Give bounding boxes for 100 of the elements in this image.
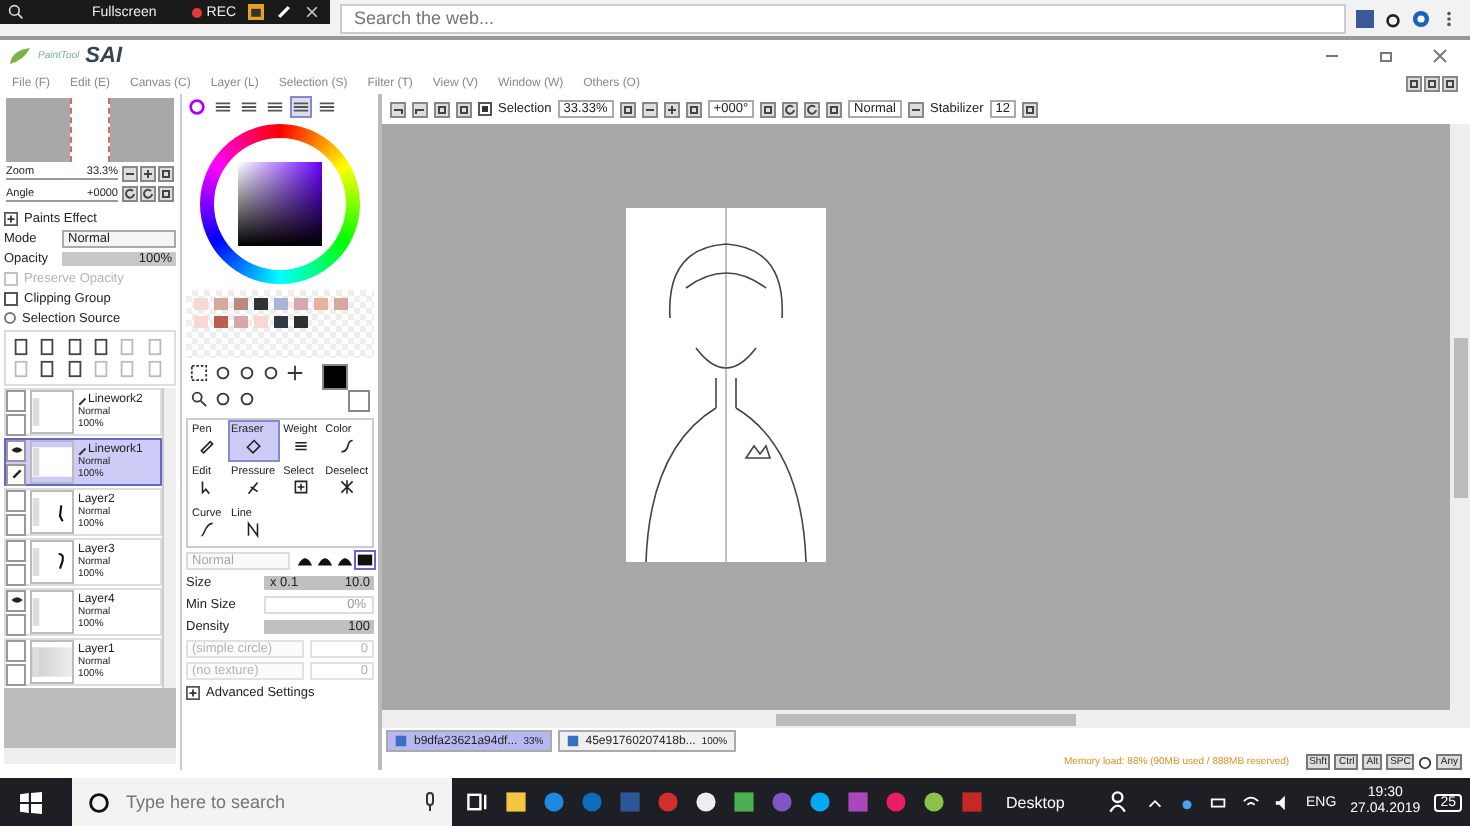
circle-icon[interactable] bbox=[238, 364, 256, 382]
close-icon[interactable] bbox=[304, 4, 321, 20]
slider-fill[interactable] bbox=[264, 619, 374, 633]
color-swatch[interactable] bbox=[314, 298, 328, 310]
rotate-icon[interactable] bbox=[782, 101, 799, 117]
visibility-toggle[interactable] bbox=[6, 489, 26, 511]
edit-toggle[interactable] bbox=[6, 563, 26, 585]
rotate-icon[interactable] bbox=[122, 185, 138, 201]
color-swatch[interactable] bbox=[194, 298, 208, 310]
circle-icon[interactable] bbox=[238, 390, 256, 408]
edit-toggle[interactable] bbox=[6, 663, 26, 685]
color-swatch[interactable] bbox=[274, 316, 288, 328]
square-icon[interactable] bbox=[1021, 101, 1038, 117]
visibility-toggle[interactable] bbox=[6, 589, 26, 611]
color-swatch[interactable] bbox=[194, 316, 208, 328]
taskbar-app-icon[interactable] bbox=[694, 790, 718, 814]
scrollbar-thumb[interactable] bbox=[776, 713, 1076, 725]
square-icon[interactable] bbox=[826, 101, 843, 117]
minus-icon[interactable] bbox=[908, 101, 924, 117]
microphone-icon[interactable] bbox=[424, 792, 436, 812]
square-icon[interactable] bbox=[685, 101, 702, 117]
circle-icon[interactable] bbox=[214, 364, 232, 382]
move-icon[interactable] bbox=[286, 364, 304, 382]
camera-icon[interactable] bbox=[248, 4, 265, 20]
edit-toggle[interactable] bbox=[6, 413, 26, 435]
taskbar-app-icon[interactable] bbox=[504, 790, 528, 814]
wifi-icon[interactable] bbox=[1241, 793, 1260, 811]
circle-icon[interactable] bbox=[214, 390, 232, 408]
color-swatch[interactable] bbox=[234, 298, 248, 310]
visibility-toggle[interactable] bbox=[6, 639, 26, 661]
circle-icon[interactable] bbox=[262, 364, 280, 382]
square-icon[interactable] bbox=[158, 185, 174, 201]
rotate-icon[interactable] bbox=[804, 101, 821, 117]
redo-icon[interactable] bbox=[412, 101, 428, 117]
expand-icon[interactable] bbox=[186, 685, 200, 699]
taskbar-app-icon[interactable] bbox=[922, 790, 946, 814]
square-icon[interactable] bbox=[619, 101, 636, 117]
scrollbar[interactable] bbox=[162, 388, 176, 688]
plus-icon[interactable] bbox=[140, 166, 156, 182]
opacity-slider[interactable] bbox=[62, 251, 176, 265]
color-wheel-icon[interactable] bbox=[186, 96, 208, 118]
battery-icon[interactable] bbox=[1209, 793, 1228, 811]
color-swatch[interactable] bbox=[214, 298, 228, 310]
desktop-toolbar-label[interactable]: Desktop bbox=[1006, 793, 1065, 811]
search-icon[interactable] bbox=[8, 4, 24, 20]
color-swatch[interactable] bbox=[294, 298, 308, 310]
checkbox[interactable] bbox=[4, 291, 18, 305]
color-swatch[interactable] bbox=[234, 316, 248, 328]
square-icon[interactable] bbox=[1442, 75, 1458, 91]
taskbar-app-icon[interactable] bbox=[808, 790, 832, 814]
rotate-icon[interactable] bbox=[140, 185, 156, 201]
color-square[interactable] bbox=[238, 162, 322, 246]
layer-thumbnail bbox=[30, 540, 74, 584]
search-input[interactable]: Type here to search bbox=[122, 790, 412, 814]
windows-start-icon[interactable] bbox=[20, 791, 42, 813]
foreground-color[interactable] bbox=[322, 364, 348, 390]
undo-icon[interactable] bbox=[390, 101, 406, 117]
taskbar-app-icon[interactable] bbox=[732, 790, 756, 814]
background-color[interactable] bbox=[348, 390, 370, 412]
scrollbar-thumb[interactable] bbox=[1453, 337, 1467, 497]
square-icon[interactable] bbox=[158, 166, 174, 182]
square-icon[interactable] bbox=[760, 101, 777, 117]
edit-toggle[interactable] bbox=[6, 513, 26, 535]
extension-icon[interactable] bbox=[1412, 9, 1430, 27]
visibility-toggle[interactable] bbox=[6, 389, 26, 411]
visibility-toggle[interactable] bbox=[6, 539, 26, 561]
pencil-icon[interactable] bbox=[276, 4, 293, 20]
visibility-toggle[interactable] bbox=[6, 439, 26, 461]
facebook-icon[interactable] bbox=[1356, 9, 1374, 27]
edit-toggle[interactable] bbox=[6, 613, 26, 635]
slider-fill[interactable] bbox=[264, 575, 374, 589]
radio-button[interactable] bbox=[4, 312, 16, 324]
search-field[interactable]: Search the web... bbox=[340, 3, 1346, 33]
color-swatch[interactable] bbox=[274, 298, 288, 310]
pen-icon bbox=[78, 445, 88, 455]
plus-icon[interactable] bbox=[663, 101, 680, 117]
color-swatch[interactable] bbox=[254, 316, 268, 328]
circle-icon[interactable] bbox=[88, 791, 110, 813]
expand-icon[interactable] bbox=[4, 211, 18, 225]
document-icon bbox=[394, 734, 408, 748]
color-swatch[interactable] bbox=[294, 316, 308, 328]
slider-icon[interactable] bbox=[290, 96, 312, 118]
marquee-icon[interactable] bbox=[190, 364, 208, 382]
edit-toggle[interactable] bbox=[6, 463, 26, 485]
color-swatch[interactable] bbox=[334, 298, 348, 310]
search-icon[interactable] bbox=[190, 390, 208, 408]
square-icon[interactable] bbox=[434, 101, 450, 117]
square-icon[interactable] bbox=[1424, 75, 1440, 91]
square-icon[interactable] bbox=[456, 101, 472, 117]
minus-icon[interactable] bbox=[641, 101, 658, 117]
square-icon[interactable] bbox=[1406, 75, 1422, 91]
color-swatch[interactable] bbox=[214, 316, 228, 328]
task-view-icon[interactable] bbox=[466, 790, 490, 814]
color-swatch[interactable] bbox=[254, 298, 268, 310]
lines-icon bbox=[291, 436, 310, 454]
restore-icon[interactable] bbox=[1376, 46, 1396, 66]
zigzag-icon bbox=[244, 520, 263, 538]
minus-icon[interactable] bbox=[122, 166, 138, 182]
selection-checkbox[interactable] bbox=[478, 102, 492, 116]
taskbar-search-bar[interactable]: Type here to search bbox=[72, 778, 452, 826]
